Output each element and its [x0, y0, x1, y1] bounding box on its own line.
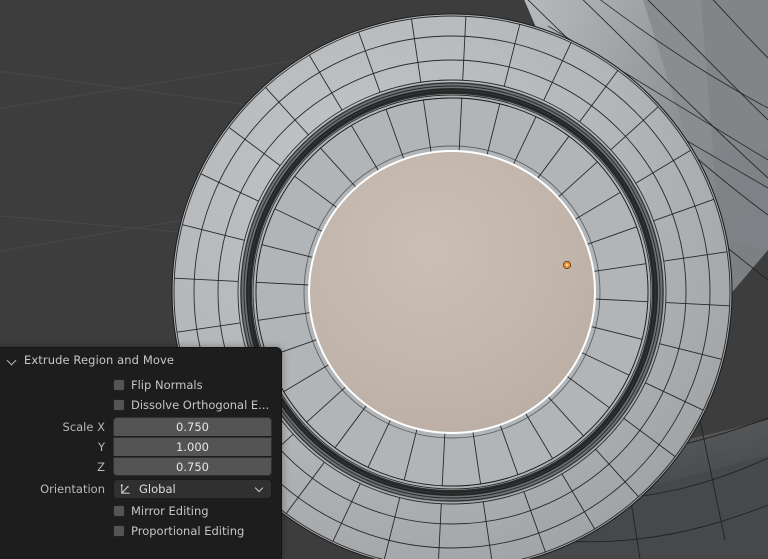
- flip-normals-checkbox[interactable]: Flip Normals: [113, 378, 272, 392]
- checkbox-icon[interactable]: [113, 398, 125, 411]
- chevron-down-icon[interactable]: [255, 484, 265, 494]
- proportional-editing-label: Proportional Editing: [131, 523, 245, 538]
- blender-window: Extrude Region and Move Flip Normals Dis…: [0, 0, 768, 559]
- redo-panel-title: Extrude Region and Move: [24, 353, 175, 367]
- mirror-editing-label: Mirror Editing: [131, 503, 209, 518]
- row-orientation: Orientation Global: [0, 478, 272, 499]
- scale-x-value[interactable]: 0.750: [113, 417, 272, 436]
- scale-x-label: Scale X: [62, 419, 105, 434]
- proportional-editing-checkbox[interactable]: Proportional Editing: [113, 524, 272, 538]
- checkbox-icon[interactable]: [113, 378, 125, 391]
- dissolve-orthogonal-edges-label: Dissolve Orthogonal E...: [131, 397, 270, 412]
- row-scale-y: Y 1.000: [0, 437, 272, 456]
- scale-y-value[interactable]: 1.000: [113, 437, 272, 456]
- operator-redo-panel[interactable]: Extrude Region and Move Flip Normals Dis…: [0, 347, 282, 559]
- orientation-axis-icon: [120, 483, 130, 494]
- orientation-value: Global: [139, 481, 176, 496]
- row-flip-normals: Flip Normals: [0, 375, 272, 394]
- selected-face: [308, 150, 596, 434]
- row-mirror-editing: Mirror Editing: [0, 501, 272, 520]
- row-scale-x: Scale X 0.750: [0, 417, 272, 436]
- row-dissolve-orthogonal-edges: Dissolve Orthogonal E...: [0, 395, 272, 414]
- redo-panel-header[interactable]: Extrude Region and Move: [0, 348, 281, 372]
- redo-panel-body: Flip Normals Dissolve Orthogonal E... Sc…: [0, 372, 281, 540]
- flip-normals-label: Flip Normals: [131, 377, 203, 392]
- chevron-down-icon[interactable]: [6, 354, 18, 366]
- dissolve-orthogonal-edges-checkbox[interactable]: Dissolve Orthogonal E...: [113, 398, 272, 412]
- row-proportional-editing: Proportional Editing: [0, 521, 272, 540]
- row-scale-z: Z 0.750: [0, 457, 272, 476]
- orientation-label: Orientation: [40, 481, 105, 496]
- checkbox-icon[interactable]: [113, 524, 125, 537]
- orientation-dropdown[interactable]: Global: [113, 478, 272, 499]
- scale-z-label: Z: [97, 459, 105, 474]
- checkbox-icon[interactable]: [113, 504, 125, 517]
- scale-z-value[interactable]: 0.750: [113, 457, 272, 476]
- scale-y-label: Y: [97, 439, 105, 454]
- mirror-editing-checkbox[interactable]: Mirror Editing: [113, 504, 272, 518]
